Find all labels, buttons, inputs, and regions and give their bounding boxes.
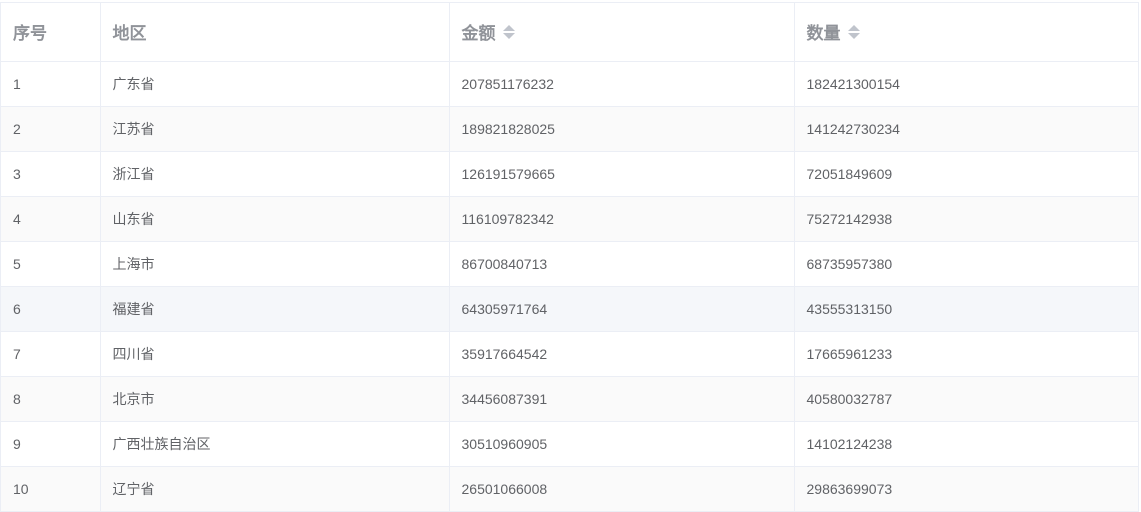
cell-amount: 189821828025 (449, 106, 795, 152)
cell-index: 8 (1, 376, 101, 422)
cell-quantity: 17665961233 (794, 331, 1138, 377)
table-row[interactable]: 10 辽宁省 26501066008 29863699073 (1, 466, 1138, 512)
cell-amount: 116109782342 (449, 196, 795, 242)
column-header-label: 金额 (461, 24, 496, 44)
cell-index: 9 (1, 421, 101, 467)
cell-quantity: 14102124238 (794, 421, 1138, 467)
sort-icon[interactable] (847, 24, 860, 39)
table-row[interactable]: 5 上海市 86700840713 68735957380 (1, 241, 1138, 287)
cell-index: 4 (1, 196, 101, 242)
cell-amount: 35917664542 (449, 331, 795, 377)
cell-region: 四川省 (100, 331, 450, 377)
column-header-label: 序号 (13, 24, 47, 44)
column-header-region: 地区 (100, 3, 450, 62)
cell-amount: 64305971764 (449, 286, 795, 332)
cell-quantity: 68735957380 (794, 241, 1138, 287)
cell-amount: 207851176232 (449, 61, 795, 107)
sort-ascending-icon[interactable] (847, 24, 860, 31)
table-row[interactable]: 1 广东省 207851176232 182421300154 (1, 61, 1138, 107)
cell-region: 浙江省 (100, 151, 450, 197)
sort-ascending-icon[interactable] (502, 24, 515, 31)
table-row[interactable]: 4 山东省 116109782342 75272142938 (1, 196, 1138, 242)
cell-region: 江苏省 (100, 106, 450, 152)
table-row[interactable]: 9 广西壮族自治区 30510960905 14102124238 (1, 421, 1138, 467)
cell-quantity: 75272142938 (794, 196, 1138, 242)
sort-descending-icon[interactable] (847, 32, 860, 39)
cell-region: 辽宁省 (100, 466, 450, 512)
cell-region: 广东省 (100, 61, 450, 107)
table-body: 1 广东省 207851176232 182421300154 2 江苏省 18… (1, 61, 1138, 512)
table-row[interactable]: 8 北京市 34456087391 40580032787 (1, 376, 1138, 422)
cell-quantity: 43555313150 (794, 286, 1138, 332)
cell-amount: 30510960905 (449, 421, 795, 467)
cell-region: 上海市 (100, 241, 450, 287)
cell-region: 福建省 (100, 286, 450, 332)
cell-quantity: 72051849609 (794, 151, 1138, 197)
cell-region: 山东省 (100, 196, 450, 242)
cell-quantity: 182421300154 (794, 61, 1138, 107)
cell-index: 6 (1, 286, 101, 332)
cell-index: 5 (1, 241, 101, 287)
data-table: 序号 地区 金额 数量 1 广东省 207851176232 182421300… (0, 2, 1139, 512)
sort-descending-icon[interactable] (502, 32, 515, 39)
cell-region: 广西壮族自治区 (100, 421, 450, 467)
table-header: 序号 地区 金额 数量 (1, 3, 1138, 62)
cell-amount: 126191579665 (449, 151, 795, 197)
cell-index: 3 (1, 151, 101, 197)
cell-index: 10 (1, 466, 101, 512)
cell-quantity: 141242730234 (794, 106, 1138, 152)
table-row[interactable]: 7 四川省 35917664542 17665961233 (1, 331, 1138, 377)
cell-index: 7 (1, 331, 101, 377)
sort-icon[interactable] (502, 24, 515, 39)
table-row[interactable]: 2 江苏省 189821828025 141242730234 (1, 106, 1138, 152)
table-row[interactable]: 3 浙江省 126191579665 72051849609 (1, 151, 1138, 197)
cell-amount: 86700840713 (449, 241, 795, 287)
cell-region: 北京市 (100, 376, 450, 422)
column-header-quantity[interactable]: 数量 (794, 3, 1138, 62)
cell-amount: 34456087391 (449, 376, 795, 422)
column-header-label: 数量 (806, 24, 841, 44)
cell-quantity: 40580032787 (794, 376, 1138, 422)
cell-index: 1 (1, 61, 101, 107)
header-row: 序号 地区 金额 数量 (1, 3, 1138, 62)
cell-index: 2 (1, 106, 101, 152)
cell-quantity: 29863699073 (794, 466, 1138, 512)
table-row[interactable]: 6 福建省 64305971764 43555313150 (1, 286, 1138, 332)
column-header-index: 序号 (1, 3, 101, 62)
column-header-label: 地区 (112, 24, 147, 44)
cell-amount: 26501066008 (449, 466, 795, 512)
column-header-amount[interactable]: 金额 (449, 3, 795, 62)
